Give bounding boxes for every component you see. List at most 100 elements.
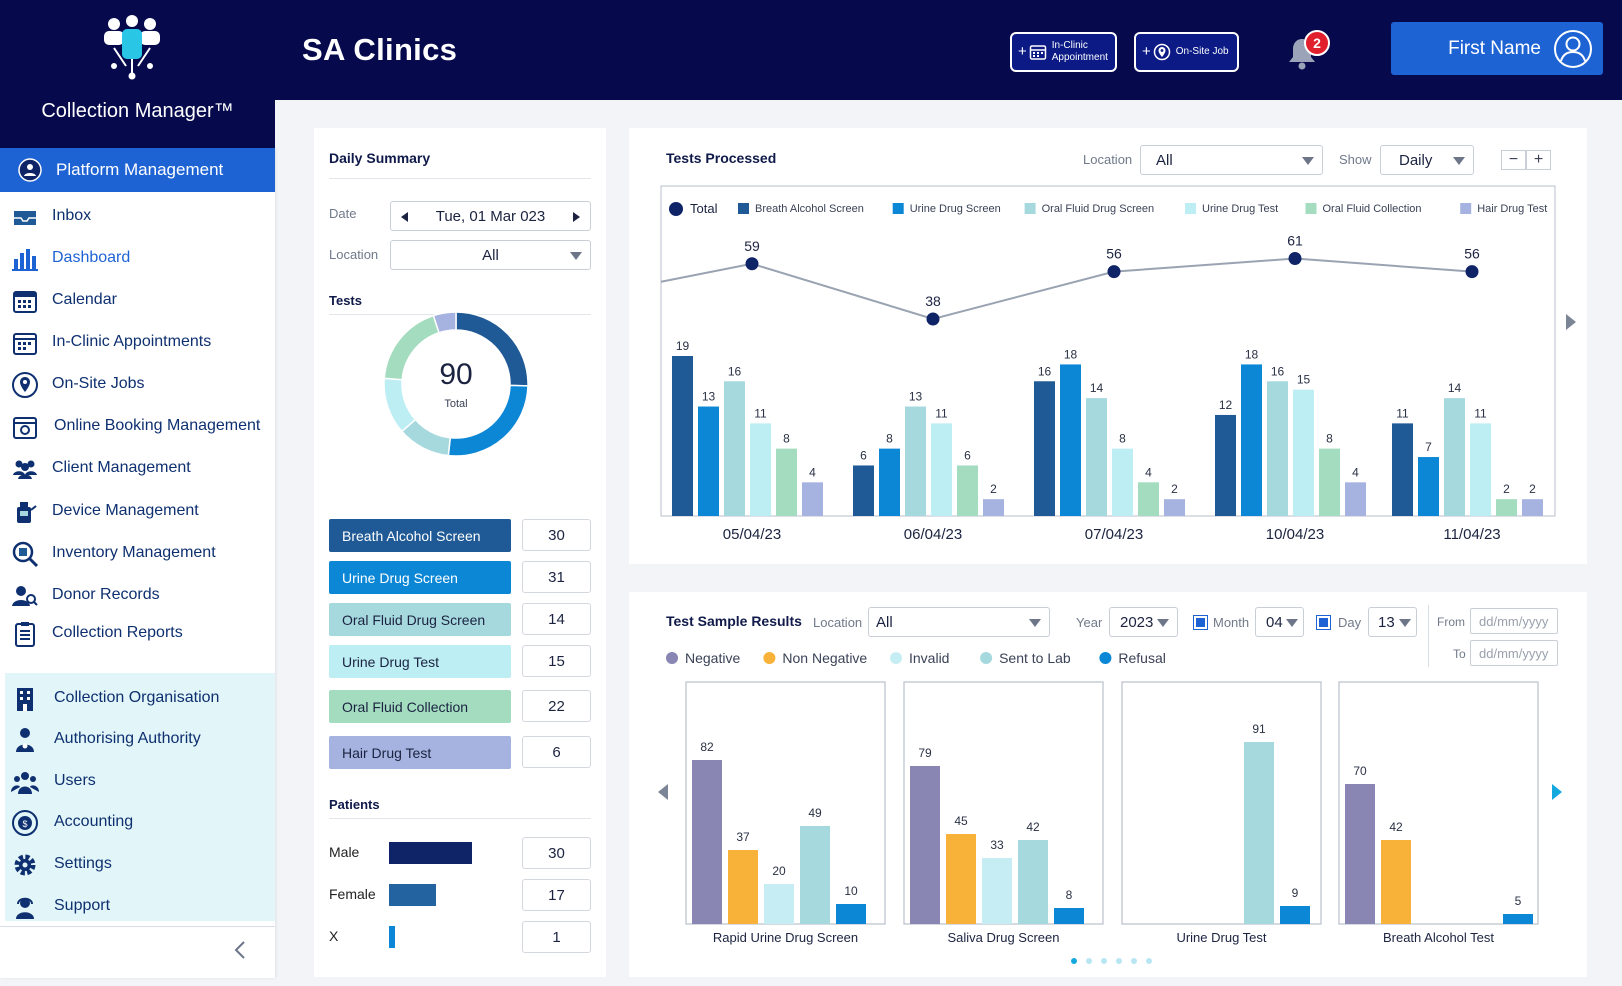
bar-sent-to-lab-saliva-drug-screen[interactable] [1018, 840, 1048, 924]
sidebar-item-client-management[interactable]: Client Management [0, 448, 275, 488]
sidebar-item-support[interactable]: Support [0, 886, 275, 926]
sidebar-item-device-management[interactable]: Device Management [0, 491, 275, 531]
sr-next-arrow-icon[interactable] [1552, 784, 1562, 800]
test-type-chip-urine-drug-test[interactable]: Urine Drug Test [329, 645, 511, 678]
donut-slice-oral-fluid-collection[interactable] [383, 314, 440, 381]
test-type-chip-oral-fluid-collection[interactable]: Oral Fluid Collection [329, 690, 511, 723]
sidebar-item-users[interactable]: Users [0, 761, 275, 801]
bar-sent-to-lab-urine-drug-test[interactable] [1244, 742, 1274, 924]
bar-hair-drug-test-07-04-23[interactable] [1164, 499, 1185, 516]
date-picker[interactable]: Tue, 01 Mar 023 [390, 201, 591, 231]
bar-breath-alcohol-screen-05-04-23[interactable] [672, 356, 693, 516]
next-date-arrow-icon[interactable] [572, 211, 582, 223]
zoom-in-button[interactable]: + [1526, 150, 1551, 170]
sidebar-item-in-clinic-appointments[interactable]: In-Clinic Appointments [0, 322, 275, 362]
sr-prev-arrow-icon[interactable] [658, 784, 668, 800]
tp-show-select[interactable]: Daily [1380, 145, 1474, 175]
bar-oral-fluid-drug-screen-06-04-23[interactable] [905, 406, 926, 516]
collapse-sidebar-chevron-left-icon[interactable] [233, 940, 247, 960]
bar-oral-fluid-drug-screen-11-04-23[interactable] [1444, 398, 1465, 516]
bar-breath-alcohol-screen-11-04-23[interactable] [1392, 423, 1413, 516]
bar-invalid-rapid-urine-drug-screen[interactable] [764, 884, 794, 924]
total-point-06-04-23[interactable] [926, 312, 940, 326]
pagination-dot[interactable] [1116, 958, 1122, 964]
from-date-input[interactable]: dd/mm/yyyy [1470, 608, 1558, 634]
bar-urine-drug-screen-10-04-23[interactable] [1241, 364, 1262, 516]
bar-breath-alcohol-screen-07-04-23[interactable] [1034, 381, 1055, 516]
month-select[interactable]: 04 [1255, 607, 1304, 637]
bar-urine-drug-test-10-04-23[interactable] [1293, 389, 1314, 516]
sidebar-item-platform-management[interactable]: Platform Management [0, 148, 275, 192]
sidebar-item-inbox[interactable]: Inbox [0, 196, 275, 236]
zoom-out-button[interactable]: − [1501, 150, 1526, 170]
sidebar-item-inventory-management[interactable]: Inventory Management [0, 533, 275, 573]
bar-sent-to-lab-rapid-urine-drug-screen[interactable] [800, 826, 830, 924]
test-type-chip-breath-alcohol-screen[interactable]: Breath Alcohol Screen [329, 519, 511, 552]
bar-urine-drug-test-11-04-23[interactable] [1470, 423, 1491, 516]
bar-invalid-saliva-drug-screen[interactable] [982, 858, 1012, 924]
bar-hair-drug-test-05-04-23[interactable] [802, 482, 823, 516]
sidebar-item-accounting[interactable]: $ Accounting [0, 802, 275, 842]
bar-hair-drug-test-10-04-23[interactable] [1345, 482, 1366, 516]
sidebar-item-collection-reports[interactable]: Collection Reports [0, 613, 275, 653]
bar-refusal-urine-drug-test[interactable] [1280, 906, 1310, 924]
bar-urine-drug-test-07-04-23[interactable] [1112, 448, 1133, 516]
pagination-dot[interactable] [1071, 958, 1077, 964]
pagination-dot[interactable] [1131, 958, 1137, 964]
bar-non-negative-breath-alcohol-test[interactable] [1381, 840, 1411, 924]
bar-hair-drug-test-06-04-23[interactable] [983, 499, 1004, 516]
sidebar-item-dashboard[interactable]: Dashboard [0, 238, 275, 278]
new-in-clinic-appointment-button[interactable]: + In-Clinic Appointment [1010, 32, 1117, 72]
bar-oral-fluid-drug-screen-10-04-23[interactable] [1267, 381, 1288, 516]
donut-slice-urine-drug-test[interactable] [383, 377, 417, 433]
sidebar-item-donor-records[interactable]: Donor Records [0, 575, 275, 615]
test-type-chip-urine-drug-screen[interactable]: Urine Drug Screen [329, 561, 511, 594]
bar-breath-alcohol-screen-10-04-23[interactable] [1215, 414, 1236, 516]
sr-location-select[interactable]: All [868, 607, 1050, 637]
sidebar-item-settings[interactable]: Settings [0, 844, 275, 884]
bar-oral-fluid-collection-10-04-23[interactable] [1319, 448, 1340, 516]
bar-refusal-rapid-urine-drug-screen[interactable] [836, 904, 866, 924]
bar-non-negative-rapid-urine-drug-screen[interactable] [728, 850, 758, 924]
previous-date-arrow-icon[interactable] [399, 211, 409, 223]
chart-next-arrow-icon[interactable] [1566, 314, 1576, 330]
bar-hair-drug-test-11-04-23[interactable] [1522, 499, 1543, 516]
bar-oral-fluid-collection-06-04-23[interactable] [957, 465, 978, 516]
bar-oral-fluid-collection-05-04-23[interactable] [776, 448, 797, 516]
bar-urine-drug-screen-11-04-23[interactable] [1418, 457, 1439, 516]
pagination-dot[interactable] [1146, 958, 1152, 964]
sidebar-item-authorising-authority[interactable]: Authorising Authority [0, 719, 275, 759]
bar-urine-drug-test-05-04-23[interactable] [750, 423, 771, 516]
bar-oral-fluid-drug-screen-07-04-23[interactable] [1086, 398, 1107, 516]
sidebar-item-online-booking-management[interactable]: Online Booking Management [0, 406, 275, 446]
bar-breath-alcohol-screen-06-04-23[interactable] [853, 465, 874, 516]
bar-urine-drug-screen-06-04-23[interactable] [879, 448, 900, 516]
bar-negative-breath-alcohol-test[interactable] [1345, 784, 1375, 924]
bar-negative-rapid-urine-drug-screen[interactable] [692, 760, 722, 924]
new-onsite-job-button[interactable]: + On-Site Job [1134, 32, 1239, 72]
day-select[interactable]: 13 [1368, 607, 1417, 637]
bar-urine-drug-screen-07-04-23[interactable] [1060, 364, 1081, 516]
total-point-11-04-23[interactable] [1465, 265, 1479, 279]
sidebar-item-calendar[interactable]: Calendar [0, 280, 275, 320]
sidebar-item-onsite-jobs[interactable]: On-Site Jobs [0, 364, 275, 404]
bar-refusal-saliva-drug-screen[interactable] [1054, 908, 1084, 924]
donut-slice-urine-drug-screen[interactable] [447, 384, 529, 457]
total-point-07-04-23[interactable] [1107, 265, 1121, 279]
bar-refusal-breath-alcohol-test[interactable] [1503, 914, 1533, 924]
bar-oral-fluid-collection-11-04-23[interactable] [1496, 499, 1517, 516]
total-point-10-04-23[interactable] [1288, 252, 1302, 266]
bar-oral-fluid-collection-07-04-23[interactable] [1138, 482, 1159, 516]
bar-negative-saliva-drug-screen[interactable] [910, 766, 940, 924]
day-checkbox[interactable] [1316, 615, 1331, 630]
test-type-chip-oral-fluid-drug-screen[interactable]: Oral Fluid Drug Screen [329, 603, 511, 636]
year-select[interactable]: 2023 [1109, 607, 1178, 637]
bar-non-negative-saliva-drug-screen[interactable] [946, 834, 976, 924]
sidebar-item-collection-organisation[interactable]: Collection Organisation [0, 678, 275, 718]
total-point-05-04-23[interactable] [745, 257, 759, 271]
bar-urine-drug-test-06-04-23[interactable] [931, 423, 952, 516]
summary-location-select[interactable]: All [390, 240, 591, 270]
pagination-dot[interactable] [1086, 958, 1092, 964]
tp-location-select[interactable]: All [1140, 145, 1323, 175]
user-menu-button[interactable]: First Name [1391, 22, 1603, 75]
